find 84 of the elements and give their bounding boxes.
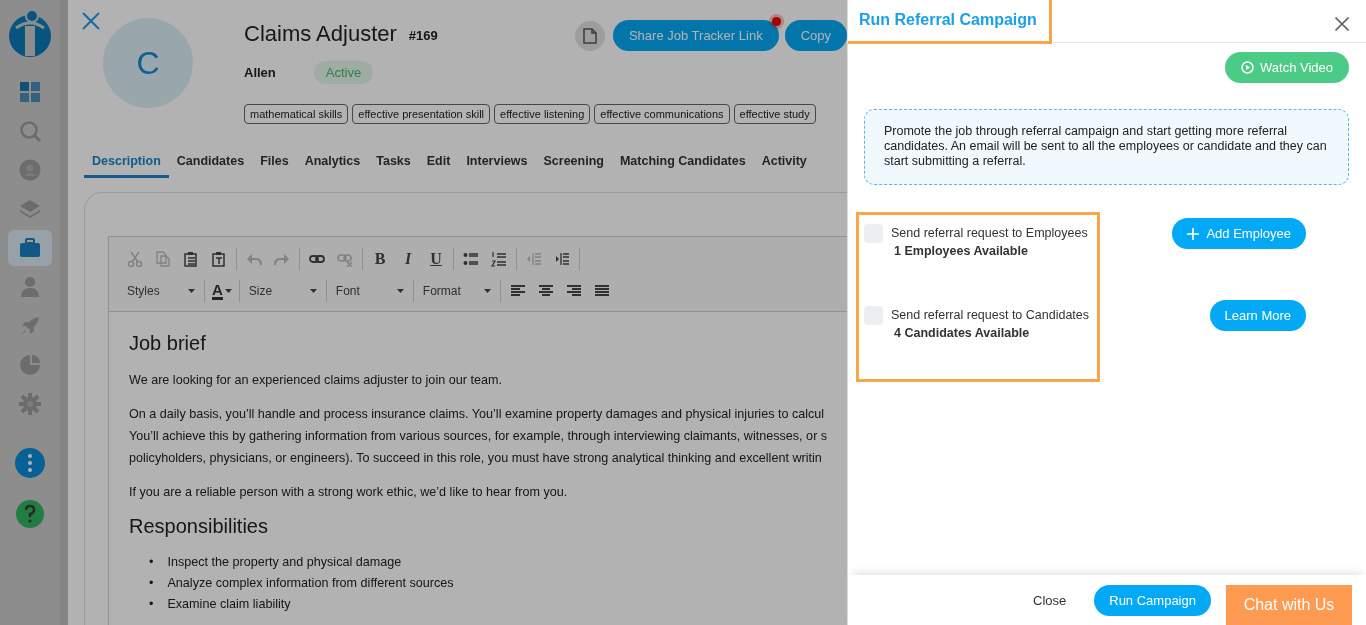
unlink-icon <box>337 251 353 267</box>
document-icon <box>582 27 597 44</box>
layers-icon <box>19 198 41 220</box>
briefcase-icon <box>19 237 41 259</box>
section-heading: Responsibilities <box>129 515 269 538</box>
person-icon <box>19 276 41 298</box>
tab[interactable]: Matching Candidates <box>611 146 754 178</box>
text-color-button[interactable]: A <box>208 282 236 300</box>
list-item: Inspect the property and physical damage <box>167 554 402 571</box>
tab[interactable]: Description <box>84 146 169 178</box>
list-item: Examine claim liability <box>167 596 291 613</box>
play-circle-icon <box>1241 61 1254 74</box>
tab[interactable]: Screening <box>535 146 612 178</box>
logo-icon <box>8 8 52 58</box>
list-item: Analyze complex information from different sources <box>167 575 454 592</box>
tab[interactable]: Analytics <box>296 146 369 178</box>
close-icon[interactable] <box>82 12 100 30</box>
caret-icon <box>188 289 195 293</box>
tab[interactable]: Activity <box>753 146 815 178</box>
italic-button[interactable]: I <box>394 247 422 271</box>
rocket-icon <box>19 315 41 337</box>
close-icon[interactable] <box>1335 17 1349 31</box>
format-dropdown[interactable]: Format <box>416 284 497 298</box>
skill-tag: effective study <box>733 104 816 124</box>
skill-tag: effective communications <box>594 104 730 124</box>
gear-icon <box>19 393 41 415</box>
align-left-icon <box>509 283 526 299</box>
section-heading: Job brief <box>129 332 207 355</box>
bullet: • <box>149 554 154 571</box>
more-icon <box>15 448 45 478</box>
caret-icon <box>483 289 491 293</box>
redo-arrow-icon <box>274 251 290 267</box>
available-count: 4 Candidates Available <box>894 326 1031 340</box>
clipboard-icon <box>183 251 199 267</box>
paragraph: On a daily basis, you’ll handle and process insurance claims. You’ll examine property damages and physical injuries to calcul You’ll achieve this by gathering information from various sources, for example, through interviewing claimants, witnesses, or s policyholders, physicians, or engineers). To succeed in this role, you must have strong analytical thinking and excellent writin <box>129 406 828 467</box>
search-icon <box>19 120 41 142</box>
skill-tag: mathematical skills <box>244 104 349 124</box>
owner-name: Allen <box>244 65 276 80</box>
tab[interactable]: Edit <box>418 146 459 178</box>
bold-button[interactable]: B <box>366 247 394 271</box>
bullet: • <box>149 575 154 592</box>
user-icon <box>19 159 41 181</box>
format-dropdown[interactable]: Styles <box>121 284 201 298</box>
close-button[interactable]: Close <box>1027 591 1073 609</box>
indent-icon <box>554 251 570 267</box>
paragraph: We are looking for an experienced claims adjuster to join our team. <box>129 372 502 389</box>
option-label: Send referral request to Employees <box>891 226 1088 240</box>
drawer-title: Run Referral Campaign <box>848 0 1052 44</box>
outdent-icon <box>526 251 542 267</box>
info-box: Promote the job through referral campaign and start getting more referral candidates. An email will be sent to all the employees or candidate and they can start submitting a referral. <box>864 109 1349 185</box>
status-badge: Active <box>313 61 374 84</box>
align-center-icon <box>537 283 554 299</box>
format-dropdown[interactable]: Size <box>242 284 323 298</box>
scissors-icon <box>127 251 143 267</box>
numbered-list-icon <box>491 251 507 267</box>
job-number: #169 <box>408 28 438 43</box>
tab[interactable]: Tasks <box>368 146 419 178</box>
pie-chart-icon <box>19 354 41 376</box>
format-dropdown[interactable]: Font <box>329 284 410 298</box>
sidebar-item[interactable] <box>8 230 52 266</box>
dashboard-icon <box>19 81 41 103</box>
avatar: C <box>103 18 193 108</box>
available-count: 1 Employees Available <box>894 244 1029 258</box>
skill-tag: effective listening <box>494 104 591 124</box>
tab[interactable]: Interviews <box>458 146 536 178</box>
caret-icon <box>224 289 232 293</box>
copy-icon <box>155 251 171 267</box>
bullet-list-icon <box>463 251 479 267</box>
skill-tag: effective presentation skill <box>352 104 491 124</box>
job-title: Claims Adjuster <box>244 20 397 47</box>
align-justify-icon <box>593 283 610 299</box>
caret-icon <box>396 289 404 293</box>
align-right-icon <box>565 283 582 299</box>
paragraph: If you are a reliable person with a strong work ethic, we’d like to hear from you. <box>129 484 568 501</box>
caret-icon <box>309 289 317 293</box>
clipboard-text-icon <box>211 251 227 267</box>
tab[interactable]: Files <box>252 146 297 178</box>
document-button[interactable] <box>574 20 605 51</box>
option-label: Send referral request to Candidates <box>891 308 1090 322</box>
tab[interactable]: Candidates <box>168 146 253 178</box>
help-icon <box>15 499 45 529</box>
underline-button[interactable]: U <box>422 247 450 271</box>
plus-icon <box>1187 227 1200 240</box>
bullet: • <box>149 596 154 613</box>
